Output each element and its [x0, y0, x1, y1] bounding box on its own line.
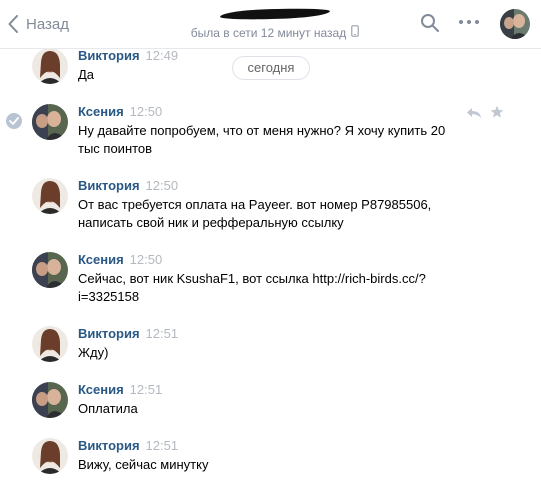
mobile-phone-icon [351, 25, 360, 40]
more-dots-icon[interactable] [459, 20, 479, 24]
message-meta: Виктория 12:50 [78, 178, 178, 193]
message-meta: Виктория 12:49 [78, 48, 178, 63]
reply-icon[interactable] [466, 106, 482, 124]
search-button[interactable] [420, 13, 440, 38]
message-text: Вижу, сейчас минутку [78, 457, 209, 472]
avatar[interactable] [32, 178, 68, 214]
author-name[interactable]: Виктория [78, 178, 140, 193]
avatar[interactable] [32, 438, 68, 474]
author-name[interactable]: Ксения [78, 382, 124, 397]
back-button[interactable]: Назад [8, 10, 69, 38]
author-name[interactable]: Виктория [78, 48, 140, 63]
message-meta: Ксения 12:50 [78, 104, 162, 119]
author-name[interactable]: Ксения [78, 104, 124, 119]
message-time: 12:49 [145, 48, 179, 63]
message-meta: Ксения 12:50 [78, 252, 162, 267]
redacted-contact-name [219, 7, 331, 21]
message-text: Оплатила [78, 401, 138, 416]
avatar[interactable] [500, 9, 530, 39]
message-text: От вас требуется оплата на Payeer. вот н… [78, 197, 432, 230]
back-label: Назад [26, 15, 69, 33]
checkmark-icon[interactable] [6, 113, 22, 129]
message-meta: Ксения 12:51 [78, 382, 162, 397]
chat-title[interactable]: была в сети 12 минут назад [150, 6, 400, 40]
author-name[interactable]: Ксения [78, 252, 124, 267]
avatar[interactable] [32, 104, 68, 140]
message-meta: Виктория 12:51 [78, 326, 178, 341]
chat-header: Назад была в сети 12 минут назад [0, 0, 541, 49]
message-meta: Виктория 12:51 [78, 438, 178, 453]
chevron-left-icon [8, 15, 18, 33]
message-text: Сейчас, вот ник KsushaF1, вот ссылка htt… [78, 271, 426, 304]
message-time: 12:50 [145, 178, 179, 193]
avatar[interactable] [32, 326, 68, 362]
message-text: Ну давайте попробуем, что от меня нужно?… [78, 123, 446, 156]
avatar[interactable] [32, 252, 68, 288]
message-time: 12:50 [129, 104, 163, 119]
message-text: Жду) [78, 345, 109, 360]
message-time: 12:51 [129, 382, 163, 397]
avatar[interactable] [32, 48, 68, 84]
message-text: Да [78, 67, 95, 82]
message-time: 12:51 [145, 326, 179, 341]
online-status-text: была в сети 12 минут назад [190, 25, 347, 40]
author-name[interactable]: Виктория [78, 438, 140, 453]
message-time: 12:50 [129, 252, 163, 267]
avatar[interactable] [32, 382, 68, 418]
star-icon[interactable] [490, 105, 504, 124]
author-name[interactable]: Виктория [78, 326, 140, 341]
online-status: была в сети 12 минут назад [150, 25, 400, 40]
search-icon [420, 14, 440, 37]
message-time: 12:51 [145, 438, 179, 453]
